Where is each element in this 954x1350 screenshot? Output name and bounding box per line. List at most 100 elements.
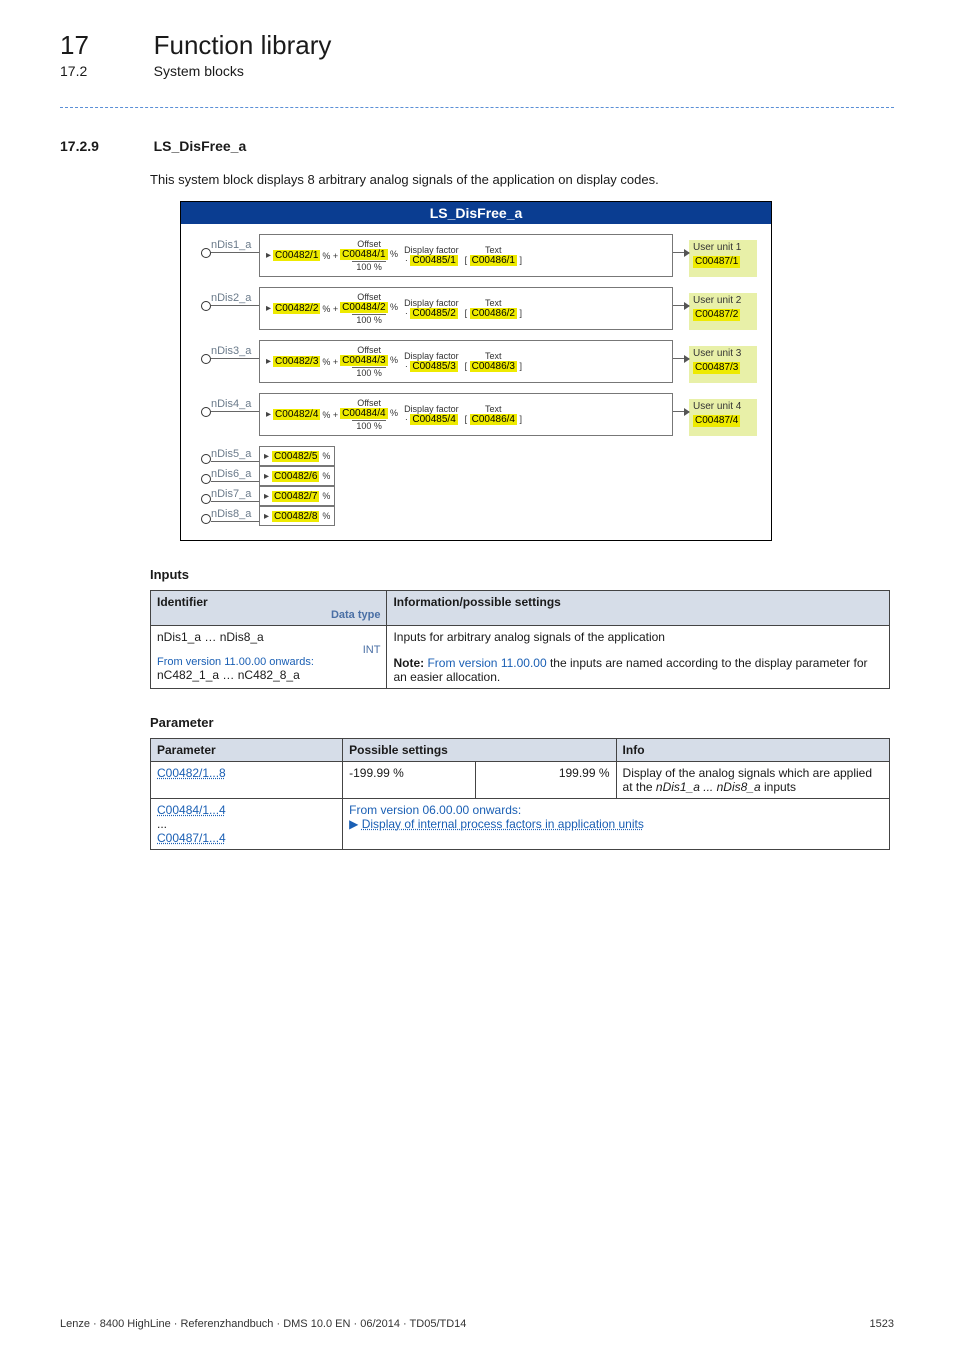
- diagram-channel-row: nDis3_a▸C00482/3% +OffsetC00484/3 %100 %…: [201, 340, 757, 383]
- port-label: nDis5_a: [211, 448, 251, 460]
- divider: [60, 107, 894, 108]
- pct-label: % +: [322, 410, 338, 420]
- arrow-icon: ▸: [264, 491, 269, 502]
- arrowhead-icon: [684, 302, 690, 310]
- user-unit-label: User unit 2: [693, 295, 753, 308]
- inputs-heading: Inputs: [150, 567, 894, 582]
- diagram-title: LS_DisFree_a: [181, 202, 771, 224]
- subchapter-title: System blocks: [154, 63, 244, 79]
- port-circle-icon: [201, 474, 211, 484]
- arrow-icon: ▶: [349, 817, 358, 831]
- code-pill: C00482/3: [273, 356, 320, 367]
- user-unit-label: User unit 3: [693, 348, 753, 361]
- arrowhead-icon: [684, 249, 690, 257]
- text-label: Text: [465, 404, 522, 414]
- parameter-heading: Parameter: [150, 715, 894, 730]
- diagram-channel-row: nDis2_a▸C00482/2% +OffsetC00484/2 %100 %…: [201, 287, 757, 330]
- col-datatype: Data type: [157, 609, 380, 621]
- code-pill: C00484/2: [340, 302, 387, 313]
- port-line: nDis3_a: [211, 358, 259, 383]
- code-pill: C00482/1: [273, 250, 320, 261]
- code-pill: C00486/2: [470, 308, 517, 319]
- channel-box: ▸C00482/1% +OffsetC00484/1 %100 %Display…: [259, 234, 673, 277]
- hundred-label: 100 %: [340, 368, 398, 378]
- offset-label: Offset: [340, 398, 398, 408]
- code-pill: C00485/4: [410, 414, 457, 425]
- page-footer: Lenze · 8400 HighLine · Referenzhandbuch…: [60, 1318, 894, 1330]
- port-line: nDis4_a: [211, 411, 259, 436]
- param-min: -199.99 %: [343, 762, 476, 799]
- code-pill: C00487/4: [693, 415, 740, 428]
- page-header: 17 Function library: [60, 30, 894, 61]
- section-description: This system block displays 8 arbitrary a…: [150, 172, 894, 187]
- user-unit-label: User unit 1: [693, 242, 753, 255]
- input-note: Note: From version 11.00.00 the inputs a…: [393, 656, 883, 684]
- diagram-simple-row: nDis7_a ▸C00482/7%: [201, 486, 771, 506]
- port-circle-icon: [201, 301, 211, 311]
- arrow-icon: ▸: [266, 250, 271, 261]
- offset-label: Offset: [340, 292, 398, 302]
- page-subheader: 17.2 System blocks: [60, 63, 894, 79]
- code-pill: C00482/4: [273, 409, 320, 420]
- arrow-icon: ▸: [264, 511, 269, 522]
- diagram-channel-row: nDis4_a▸C00482/4% +OffsetC00484/4 %100 %…: [201, 393, 757, 436]
- pct-label: %: [322, 451, 330, 461]
- user-unit-box: User unit 4C00487/4: [689, 399, 757, 436]
- input-from-version: From version 11.00.00 onwards:: [157, 656, 380, 668]
- arrowhead-icon: [684, 408, 690, 416]
- port-line: nDis8_a: [211, 521, 259, 522]
- code-pill: C00482/2: [273, 303, 320, 314]
- diagram-simple-row: nDis6_a▸C00482/6%: [201, 466, 771, 486]
- section-title: LS_DisFree_a: [154, 138, 247, 154]
- block-diagram: LS_DisFree_a nDis1_a▸C00482/1% +OffsetC0…: [180, 201, 772, 541]
- user-unit-box: User unit 1C00487/1: [689, 240, 757, 277]
- code-pill: C00487/1: [693, 256, 740, 269]
- pct-label: %: [322, 491, 330, 501]
- diagram-simple-row: nDis5_a▸C00482/5%: [201, 446, 771, 466]
- arrow-icon: ▸: [264, 451, 269, 462]
- pct-label: %: [322, 471, 330, 481]
- col-info: Information/possible settings: [387, 591, 890, 626]
- channel-box: ▸C00482/3% +OffsetC00484/3 %100 %Display…: [259, 340, 673, 383]
- arrow-icon: ▸: [266, 356, 271, 367]
- pct-label: % +: [322, 357, 338, 367]
- hundred-label: 100 %: [340, 315, 398, 325]
- port-line: nDis6_a: [211, 481, 259, 482]
- code-pill: C00487/3: [693, 362, 740, 375]
- footer-left: Lenze · 8400 HighLine · Referenzhandbuch…: [60, 1318, 466, 1330]
- code-pill: C00486/3: [470, 361, 517, 372]
- param-link-g1[interactable]: C00484/1...4: [157, 803, 226, 817]
- text-label: Text: [465, 298, 522, 308]
- code-pill: C00482/6: [272, 471, 319, 482]
- param-info-italic: nDis1_a ... nDis8_a: [656, 780, 761, 794]
- code-pill: C00485/2: [410, 308, 457, 319]
- simple-channel-box: ▸C00482/6%: [259, 466, 335, 486]
- param-ellipsis: ...: [157, 817, 336, 831]
- port-circle-icon: [201, 514, 211, 524]
- param-link-g2[interactable]: C00487/1...4: [157, 831, 226, 845]
- param-link-row1[interactable]: C00482/1...8: [157, 766, 226, 780]
- pct-label: % +: [322, 251, 338, 261]
- user-unit-box: User unit 2C00487/2: [689, 293, 757, 330]
- arrow-icon: ▸: [264, 471, 269, 482]
- hundred-label: 100 %: [340, 262, 398, 272]
- chapter-title: Function library: [154, 30, 332, 61]
- col-param: Parameter: [151, 739, 343, 762]
- port-line: nDis5_a: [211, 461, 259, 462]
- port-line: nDis2_a: [211, 305, 259, 330]
- footer-page-number: 1523: [870, 1318, 894, 1330]
- code-pill: C00482/7: [272, 491, 319, 502]
- section-heading: 17.2.9 LS_DisFree_a: [60, 138, 894, 154]
- section-number: 17.2.9: [60, 138, 150, 154]
- port-line: nDis7_a: [211, 501, 259, 502]
- col-info2: Info: [616, 739, 889, 762]
- channel-box: ▸C00482/4% +OffsetC00484/4 %100 %Display…: [259, 393, 673, 436]
- port-label: nDis3_a: [211, 345, 251, 357]
- code-pill: C00482/8: [272, 511, 319, 522]
- port-label: nDis2_a: [211, 292, 251, 304]
- param-cross-link[interactable]: Display of internal process factors in a…: [362, 817, 644, 831]
- user-unit-box: User unit 3C00487/3: [689, 346, 757, 383]
- offset-label: Offset: [340, 345, 398, 355]
- connector-line: [673, 305, 689, 330]
- diagram-channel-row: nDis1_a▸C00482/1% +OffsetC00484/1 %100 %…: [201, 234, 757, 277]
